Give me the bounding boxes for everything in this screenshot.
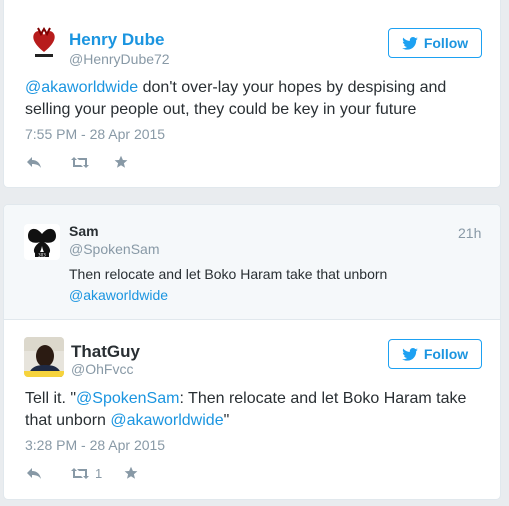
favorite-icon[interactable]	[114, 155, 144, 169]
author-name[interactable]: Sam	[69, 223, 99, 239]
tweet-timestamp[interactable]: 7:55 PM - 28 Apr 2015	[25, 126, 165, 142]
author-name[interactable]: ThatGuy	[71, 342, 140, 362]
mention-link[interactable]: @akaworldwide	[110, 412, 223, 429]
follow-button[interactable]: Follow	[388, 28, 482, 58]
tweet-text: @akaworldwide don't over-lay your hopes …	[25, 77, 490, 121]
tweet-text-line-1: Tell it. "@SpokenSam: Then relocate and …	[25, 388, 490, 410]
mention-link[interactable]: @akaworldwide	[25, 79, 138, 96]
tweet-actions	[26, 152, 144, 172]
follow-label: Follow	[423, 346, 469, 362]
twitter-bird-icon	[402, 36, 418, 50]
author-handle[interactable]: @HenryDube72	[69, 51, 170, 67]
mention-link[interactable]: @SpokenSam	[76, 390, 179, 407]
follow-label: Follow	[423, 35, 469, 51]
tweet-text-line-2: selling your people out, they could be k…	[25, 101, 417, 118]
follow-button[interactable]: Follow	[388, 339, 482, 369]
tweet-text: Tell it. "@SpokenSam: Then relocate and …	[25, 388, 490, 432]
avatar[interactable]	[24, 337, 64, 377]
tweet-text-line-1: Then relocate and let Boko Haram take th…	[69, 266, 388, 282]
retweet-icon	[71, 467, 89, 479]
avatar[interactable]: 303	[24, 224, 60, 260]
reply-icon[interactable]	[26, 156, 70, 169]
svg-text:303: 303	[38, 253, 46, 258]
tweet-card-henry: Henry Dube @HenryDube72 Follow @akaworld…	[3, 0, 501, 188]
author-handle[interactable]: @OhFvcc	[71, 361, 133, 377]
tweet-card-conversation: 303 Sam @SpokenSam 21h Then relocate and…	[3, 204, 501, 500]
author-handle[interactable]: @SpokenSam	[69, 241, 159, 257]
tweet-text-part: Tell it. "	[25, 390, 77, 407]
tweet-text-part: don't over-lay your hopes by despising a…	[138, 79, 447, 96]
retweet-count: 1	[95, 465, 103, 481]
tweet-text-part: that unborn	[25, 412, 111, 429]
twitter-bird-icon	[402, 347, 418, 361]
retweet-button[interactable]: 1	[70, 466, 124, 481]
tweet-timestamp[interactable]: 3:28 PM - 28 Apr 2015	[25, 437, 165, 453]
retweet-icon[interactable]	[70, 156, 114, 169]
tweet-actions: 1	[26, 463, 154, 483]
author-name[interactable]: Henry Dube	[69, 30, 164, 50]
parent-tweet[interactable]: 303 Sam @SpokenSam 21h Then relocate and…	[4, 205, 500, 320]
tweet-text-line-1: @akaworldwide don't over-lay your hopes …	[25, 77, 490, 99]
favorite-icon[interactable]	[124, 466, 154, 480]
tweet-text-part: "	[223, 412, 230, 429]
tweet-text: Then relocate and let Boko Haram take th…	[69, 264, 489, 306]
avatar[interactable]	[26, 24, 62, 60]
mention-link[interactable]: @akaworldwide	[69, 287, 168, 303]
page: Henry Dube @HenryDube72 Follow @akaworld…	[0, 0, 509, 506]
tweet-age[interactable]: 21h	[458, 225, 481, 241]
tweet-text-line-2: @akaworldwide	[69, 285, 489, 306]
tweet-text-part: : Then relocate and let Boko Haram take	[179, 390, 467, 407]
reply-icon[interactable]	[26, 467, 70, 480]
tweet-text-line-2: that unborn @akaworldwide"	[25, 410, 490, 432]
